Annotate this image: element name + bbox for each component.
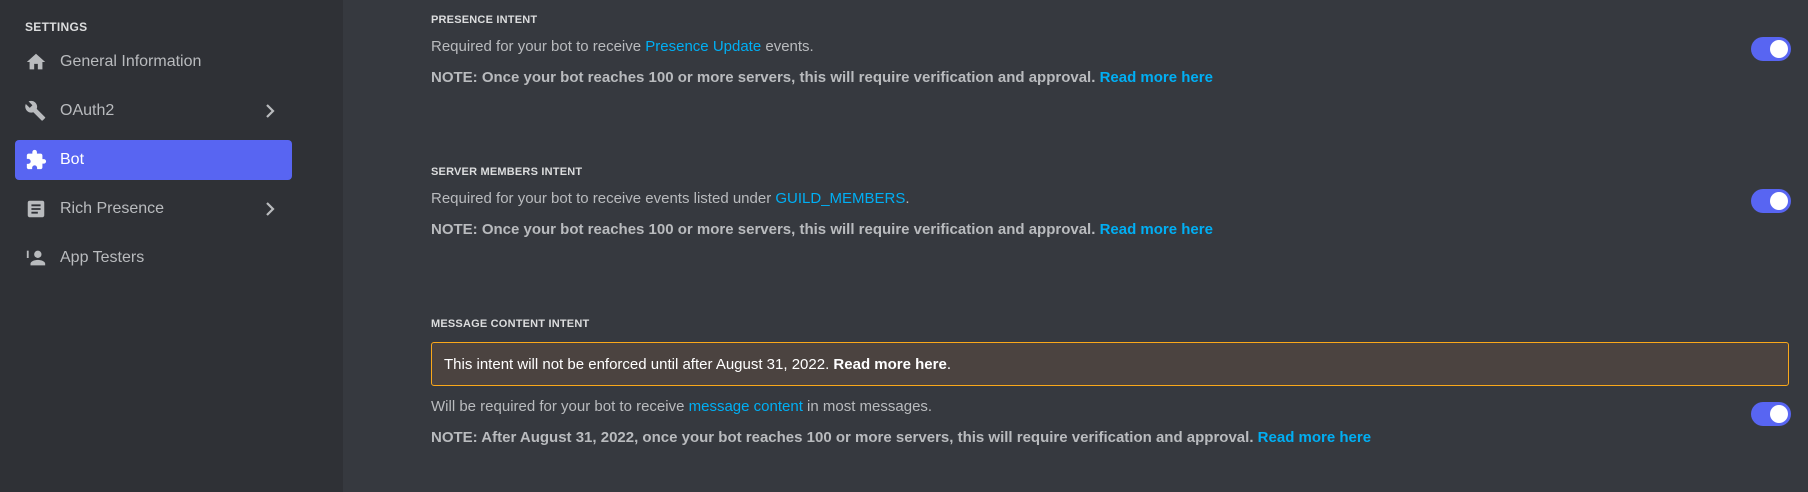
description-text: Required for your bot to receive: [431, 38, 646, 55]
sidebar: SETTINGS General Information OAuth2 Bot …: [0, 0, 343, 492]
warning-read-more-link[interactable]: Read more here: [833, 356, 946, 373]
toggle-knob: [1770, 405, 1788, 423]
presence-intent-toggle[interactable]: [1751, 37, 1791, 61]
chevron-right-icon: [260, 199, 280, 219]
toggle-knob: [1770, 40, 1788, 58]
wrench-icon: [24, 99, 48, 123]
warning-text: This intent will not be enforced until a…: [444, 355, 830, 373]
sidebar-item-label: Rich Presence: [60, 200, 165, 217]
sidebar-title: SETTINGS: [25, 20, 88, 34]
sidebar-item-label: OAuth2: [60, 102, 115, 119]
section-title: MESSAGE CONTENT INTENT: [431, 318, 590, 330]
sidebar-item-label: Bot: [60, 151, 85, 168]
sidebar-item-bot[interactable]: Bot: [15, 140, 292, 180]
server-members-intent-toggle[interactable]: [1751, 189, 1791, 213]
read-more-link[interactable]: Read more here: [1258, 429, 1371, 446]
section-note: NOTE: After August 31, 2022, once your b…: [431, 429, 1791, 446]
main-content: PRESENCE INTENT Required for your bot to…: [343, 0, 1808, 492]
message-content-link[interactable]: message content: [689, 398, 803, 415]
presence-update-link[interactable]: Presence Update: [645, 38, 761, 55]
read-more-link[interactable]: Read more here: [1100, 221, 1213, 238]
home-icon: [24, 50, 48, 74]
description-text: Required for your bot to receive events …: [431, 190, 776, 207]
sidebar-item-oauth2[interactable]: OAuth2: [15, 91, 292, 131]
section-description: Required for your bot to receive Presenc…: [431, 38, 1791, 55]
read-more-link[interactable]: Read more here: [1100, 69, 1213, 86]
sidebar-item-label: General Information: [60, 53, 202, 70]
section-title: PRESENCE INTENT: [431, 14, 538, 26]
message-content-intent-toggle[interactable]: [1751, 402, 1791, 426]
description-suffix: .: [905, 190, 910, 207]
sidebar-item-app-testers[interactable]: App Testers: [15, 238, 292, 278]
section-description: Required for your bot to receive events …: [431, 190, 1791, 207]
presence-intent-section: PRESENCE INTENT Required for your bot to…: [431, 14, 1791, 86]
toggle-knob: [1770, 192, 1788, 210]
section-title: SERVER MEMBERS INTENT: [431, 166, 583, 178]
document-icon: [24, 197, 48, 221]
note-text: NOTE: After August 31, 2022, once your b…: [431, 429, 1254, 446]
section-description: Will be required for your bot to receive…: [431, 398, 1791, 415]
message-content-intent-section: MESSAGE CONTENT INTENT This intent will …: [431, 318, 1791, 446]
section-note: NOTE: Once your bot reaches 100 or more …: [431, 221, 1791, 238]
chevron-right-icon: [260, 101, 280, 121]
description-suffix: in most messages.: [802, 398, 933, 415]
person-icon: [24, 246, 48, 270]
server-members-intent-section: SERVER MEMBERS INTENT Required for your …: [431, 166, 1791, 238]
warning-suffix: .: [946, 355, 951, 373]
sidebar-item-rich-presence[interactable]: Rich Presence: [15, 189, 292, 229]
puzzle-icon: [24, 148, 48, 172]
guild-members-link[interactable]: GUILD_MEMBERS: [775, 190, 905, 207]
note-text: NOTE: Once your bot reaches 100 or more …: [431, 221, 1096, 238]
description-text: Will be required for your bot to receive: [431, 398, 689, 415]
warning-banner: This intent will not be enforced until a…: [431, 342, 1789, 386]
description-suffix: events.: [761, 38, 814, 55]
section-note: NOTE: Once your bot reaches 100 or more …: [431, 69, 1791, 86]
sidebar-item-label: App Testers: [60, 249, 145, 266]
note-text: NOTE: Once your bot reaches 100 or more …: [431, 69, 1096, 86]
sidebar-item-general-information[interactable]: General Information: [15, 42, 292, 82]
